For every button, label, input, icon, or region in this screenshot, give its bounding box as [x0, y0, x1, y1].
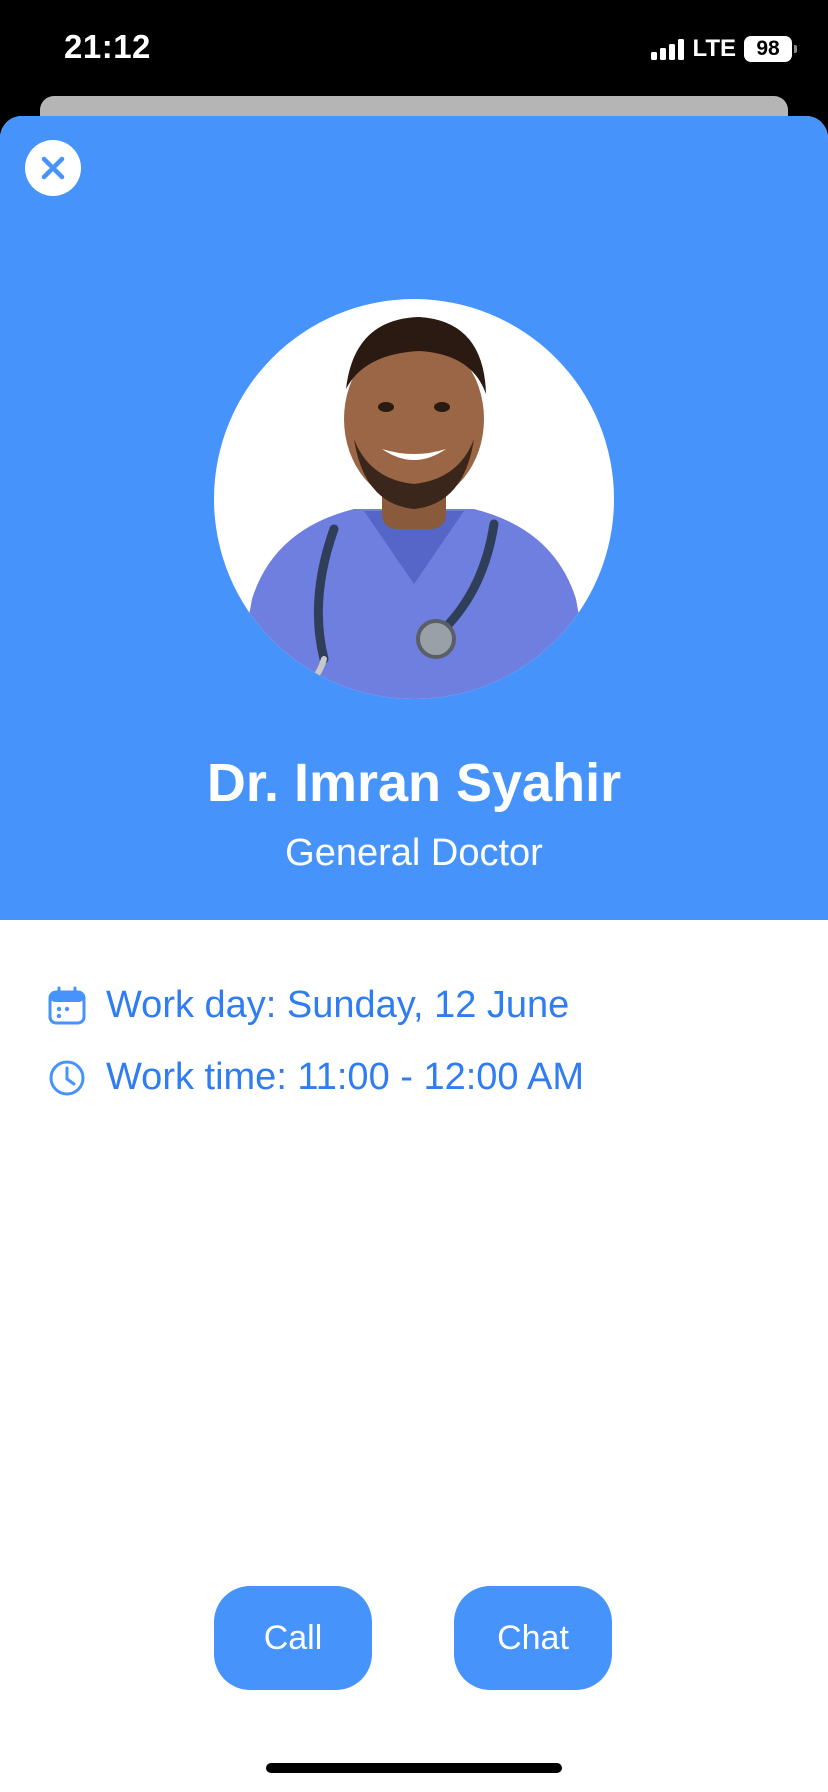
doctor-photo	[234, 317, 594, 699]
battery-level: 98	[756, 37, 780, 60]
clock-icon	[46, 1057, 88, 1099]
work-time-row: Work time: 11:00 - 12:00 AM	[46, 1056, 584, 1099]
call-button[interactable]: Call	[214, 1586, 372, 1690]
doctor-detail-sheet: Dr. Imran Syahir General Doctor Work day…	[0, 116, 828, 1792]
close-icon	[41, 156, 65, 180]
doctor-specialty: General Doctor	[285, 832, 543, 874]
signal-icon	[651, 38, 685, 60]
battery-icon: 98	[744, 36, 797, 62]
status-indicators: LTE 98	[651, 34, 797, 64]
work-day-text: Work day: Sunday, 12 June	[106, 984, 570, 1026]
network-label: LTE	[692, 35, 736, 62]
chat-button[interactable]: Chat	[454, 1586, 612, 1690]
profile-header: Dr. Imran Syahir General Doctor	[0, 116, 828, 920]
work-time-text: Work time: 11:00 - 12:00 AM	[106, 1056, 585, 1098]
home-indicator	[266, 1763, 562, 1773]
doctor-name: Dr. Imran Syahir	[206, 753, 622, 813]
calendar-icon	[46, 985, 88, 1027]
status-bar: 21:12 LTE 98	[0, 0, 828, 96]
doctor-avatar	[214, 299, 614, 699]
work-day-row: Work day: Sunday, 12 June	[46, 984, 569, 1027]
close-button[interactable]	[25, 140, 81, 196]
status-time: 21:12	[64, 28, 151, 65]
